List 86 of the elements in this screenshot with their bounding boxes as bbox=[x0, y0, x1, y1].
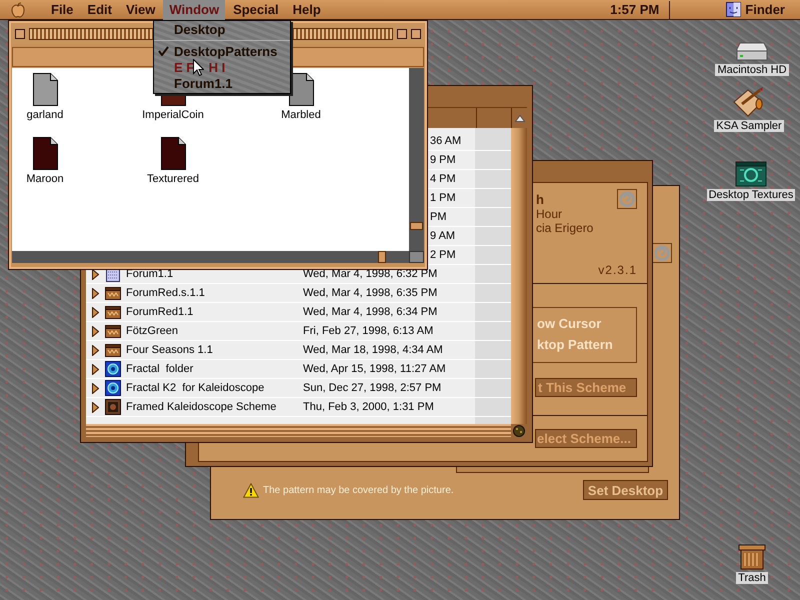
resize-handle-icon[interactable] bbox=[513, 424, 525, 436]
date-cell-text: Sun, Dec 27, 1998, 2:57 PM bbox=[303, 382, 442, 394]
app-icon[interactable] bbox=[726, 2, 742, 17]
disclosure-triangle-icon[interactable] bbox=[92, 344, 99, 356]
menu-item[interactable]: DesktopPatterns bbox=[154, 43, 290, 59]
warning-icon bbox=[243, 482, 259, 498]
chest-icon bbox=[105, 304, 121, 320]
date-cell: PM bbox=[430, 211, 446, 223]
chest-icon bbox=[105, 323, 121, 339]
texture-box-icon[interactable] bbox=[735, 161, 767, 187]
disclosure-triangle-icon[interactable] bbox=[92, 288, 99, 298]
desktop-icon-label[interactable]: Desktop Textures bbox=[706, 189, 796, 201]
disclosure-triangle-icon[interactable] bbox=[92, 326, 99, 336]
document-icon[interactable] bbox=[160, 137, 186, 170]
file-name[interactable]: Four Seasons 1.1 bbox=[126, 344, 303, 356]
scroll-bar[interactable] bbox=[86, 424, 511, 437]
file-name[interactable]: FötzGreen bbox=[126, 325, 303, 337]
file-name[interactable]: ImperialCoin bbox=[142, 109, 204, 121]
menu-title[interactable]: Help bbox=[286, 0, 327, 20]
file-name[interactable]: Texturered bbox=[147, 173, 199, 185]
desktop-icon-label[interactable]: KSA Sampler bbox=[714, 120, 784, 132]
disclosure-triangle-icon[interactable] bbox=[92, 402, 99, 412]
version-label: v2.3.1 bbox=[598, 263, 637, 277]
menu-title[interactable]: Edit bbox=[81, 0, 118, 20]
menu-title[interactable]: File bbox=[45, 0, 80, 20]
file-name[interactable]: Forum1.1 bbox=[126, 268, 303, 280]
date-cell-text: Wed, Mar 4, 1998, 6:35 PM bbox=[303, 287, 438, 299]
framed-picture-icon bbox=[105, 399, 121, 415]
date-cell-text: Wed, Mar 4, 1998, 6:34 PM bbox=[303, 306, 438, 318]
scheme-credit: Hour bbox=[536, 207, 564, 221]
scroll-bar[interactable] bbox=[511, 128, 527, 424]
file-name[interactable]: Fractal folder bbox=[126, 363, 303, 375]
file-name[interactable]: Marbled bbox=[281, 109, 321, 121]
application-menu[interactable]: Finder bbox=[745, 2, 785, 17]
fractal-icon bbox=[105, 361, 121, 377]
scheme-title: h bbox=[536, 193, 545, 207]
scheme-credit: cia Erigero bbox=[536, 221, 594, 235]
apple-icon[interactable] bbox=[10, 2, 26, 18]
help-icon[interactable] bbox=[652, 243, 672, 263]
menu-title[interactable]: Special bbox=[227, 0, 285, 20]
date-cell-text: Wed, Mar 18, 1998, 4:34 AM bbox=[303, 344, 444, 356]
file-name[interactable]: Framed Kaleidoscope Scheme bbox=[126, 401, 303, 413]
date-cell: 4 PM bbox=[430, 173, 456, 185]
document-icon[interactable] bbox=[32, 73, 58, 106]
scroll-bar[interactable] bbox=[409, 68, 424, 251]
disclosure-triangle-icon[interactable] bbox=[92, 306, 99, 318]
date-cell: 9 AM bbox=[430, 230, 456, 242]
file-name[interactable]: garland bbox=[26, 109, 64, 121]
mouse-pointer-icon bbox=[193, 59, 204, 76]
document-icon[interactable] bbox=[32, 137, 58, 170]
menu-item[interactable]: Desktop bbox=[154, 21, 290, 37]
scroll-up-arrow-icon[interactable] bbox=[514, 114, 524, 122]
collapse-box[interactable] bbox=[411, 29, 421, 39]
date-cell: 2 PM bbox=[430, 249, 456, 261]
menu-bar-clock[interactable]: 1:57 PM bbox=[610, 2, 660, 17]
resize-handle[interactable] bbox=[409, 251, 424, 263]
file-name[interactable]: Maroon bbox=[26, 173, 64, 185]
menu-item[interactable]: Forum1.1 bbox=[154, 75, 290, 91]
menu-title[interactable]: Window bbox=[163, 0, 226, 20]
disclosure-triangle-icon[interactable] bbox=[92, 382, 99, 394]
chest-icon bbox=[105, 285, 121, 301]
disclosure-triangle-icon[interactable] bbox=[92, 364, 99, 374]
file-name[interactable]: ForumRed.s.1.1 bbox=[126, 287, 303, 299]
file-name[interactable]: Fractal K2 for Kaleidoscope bbox=[126, 382, 303, 394]
disclosure-triangle-icon[interactable] bbox=[92, 268, 99, 280]
menu-title[interactable]: View bbox=[120, 0, 162, 20]
date-cell: 36 AM bbox=[430, 135, 462, 147]
date-cell-text: Fri, Feb 27, 1998, 6:13 AM bbox=[303, 325, 434, 337]
fractal-icon bbox=[105, 380, 121, 396]
scroll-bar[interactable] bbox=[12, 251, 409, 263]
close-box[interactable] bbox=[15, 29, 25, 39]
desktop-icon-label[interactable]: Macintosh HD bbox=[715, 64, 789, 76]
warning-text: The pattern may be covered by the picture. bbox=[263, 484, 454, 496]
zoom-box[interactable] bbox=[397, 29, 407, 39]
date-cell-text: Thu, Feb 3, 2000, 1:31 PM bbox=[303, 401, 435, 413]
date-cell: 1 PM bbox=[430, 192, 456, 204]
date-cell-text: Wed, Apr 15, 1998, 11:27 AM bbox=[303, 363, 447, 375]
desktop-icon-label[interactable]: Trash bbox=[736, 572, 768, 584]
chest-icon bbox=[105, 342, 121, 358]
option-label: ow Cursor bbox=[537, 316, 602, 331]
file-name[interactable]: ForumRed1.1 bbox=[126, 306, 303, 318]
quill-and-paper-icon[interactable] bbox=[732, 86, 766, 118]
help-icon[interactable] bbox=[617, 189, 637, 209]
option-label: ktop Pattern bbox=[537, 337, 614, 352]
date-cell: 9 PM bbox=[430, 154, 456, 166]
trash-icon[interactable] bbox=[737, 544, 767, 570]
